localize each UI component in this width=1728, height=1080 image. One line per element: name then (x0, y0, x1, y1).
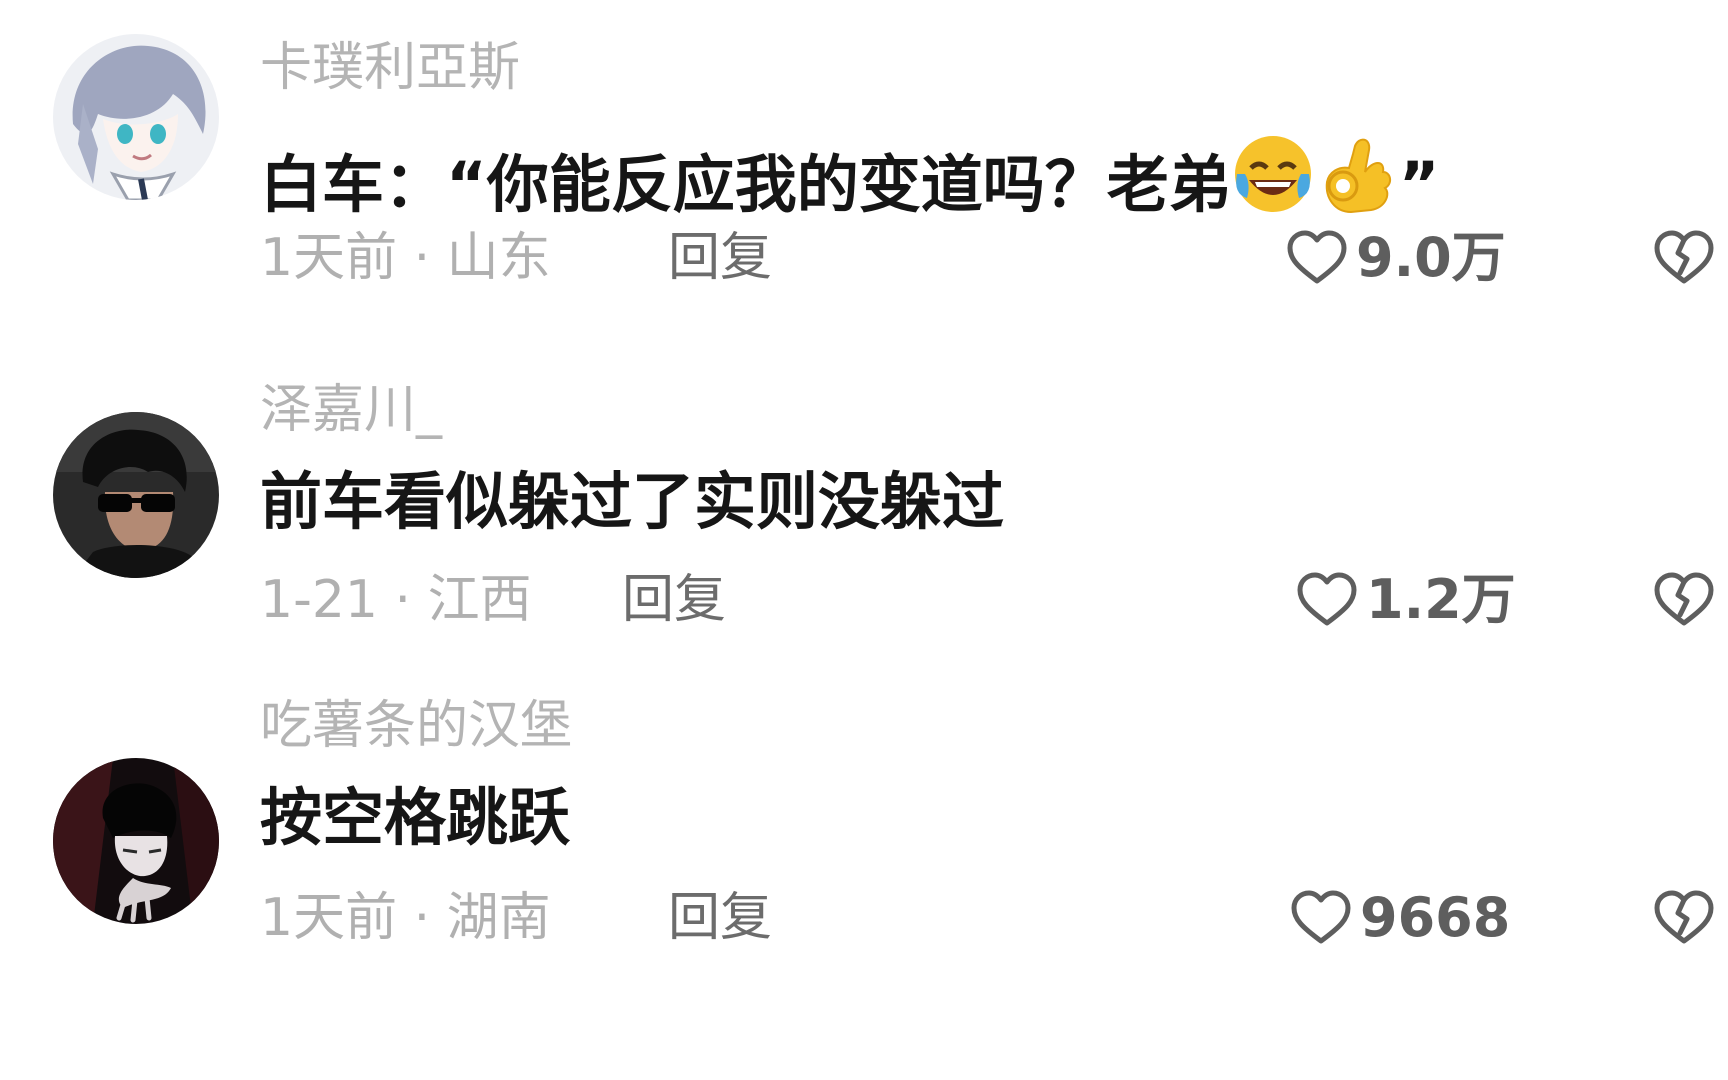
heart-outline-icon (1297, 572, 1357, 626)
comment-text: 白车：“你能反应我的变道吗？老弟 ” (260, 132, 1440, 223)
comment-text: 按空格跳跃 (260, 781, 571, 854)
heart-outline-icon (1291, 890, 1351, 944)
reply-button[interactable]: 回复 (622, 568, 726, 632)
username[interactable]: 吃薯条的汉堡 (260, 694, 572, 758)
username[interactable]: 卡璞利亞斯 (260, 36, 520, 100)
dark-illustration-avatar-image (53, 758, 219, 924)
reply-button[interactable]: 回复 (668, 226, 772, 290)
avatar[interactable] (53, 34, 219, 200)
heart-outline-icon (1287, 230, 1347, 284)
broken-heart-outline-icon (1654, 890, 1714, 944)
broken-heart-outline-icon (1654, 230, 1714, 284)
anime-avatar-image (53, 34, 219, 200)
like-count: 1.2万 (1366, 568, 1516, 631)
like-button[interactable]: 9668 (1290, 886, 1510, 950)
comment-meta: 1-21 · 江西 (260, 570, 532, 630)
reply-button[interactable]: 回复 (668, 886, 772, 950)
rolling-laughing-emoji-icon (1231, 132, 1315, 216)
comment-text: 前车看似躲过了实则没躲过 (260, 465, 1005, 538)
like-button[interactable]: 9.0万 (1286, 226, 1506, 290)
dislike-button[interactable] (1652, 886, 1716, 950)
avatar[interactable] (53, 412, 219, 578)
comment-text-closing-quote: ” (1398, 148, 1440, 221)
dislike-button[interactable] (1652, 568, 1716, 632)
comment-meta: 1天前 · 山东 (260, 228, 551, 288)
comment-text-body: 白车：“你能反应我的变道吗？老弟 (260, 148, 1231, 221)
dislike-button[interactable] (1652, 226, 1716, 290)
comment-item: 吃薯条的汉堡 按空格跳跃 1天前 · 湖南 回复 9668 (0, 680, 1728, 1080)
username[interactable]: 泽嘉川_ (260, 378, 442, 442)
like-count: 9.0万 (1356, 226, 1506, 289)
avatar[interactable] (53, 758, 219, 924)
sunglasses-avatar-image (53, 412, 219, 578)
ok-hand-emoji-icon (1315, 132, 1399, 216)
comment-item: 卡璞利亞斯 白车：“你能反应我的变道吗？老弟 ” 1天前 · 山东 回复 9.0… (0, 0, 1728, 340)
like-button[interactable]: 1.2万 (1296, 568, 1516, 632)
comment-meta: 1天前 · 湖南 (260, 888, 551, 948)
broken-heart-outline-icon (1654, 572, 1714, 626)
like-count: 9668 (1360, 886, 1511, 949)
comment-item: 泽嘉川_ 前车看似躲过了实则没躲过 1-21 · 江西 回复 1.2万 (0, 340, 1728, 680)
